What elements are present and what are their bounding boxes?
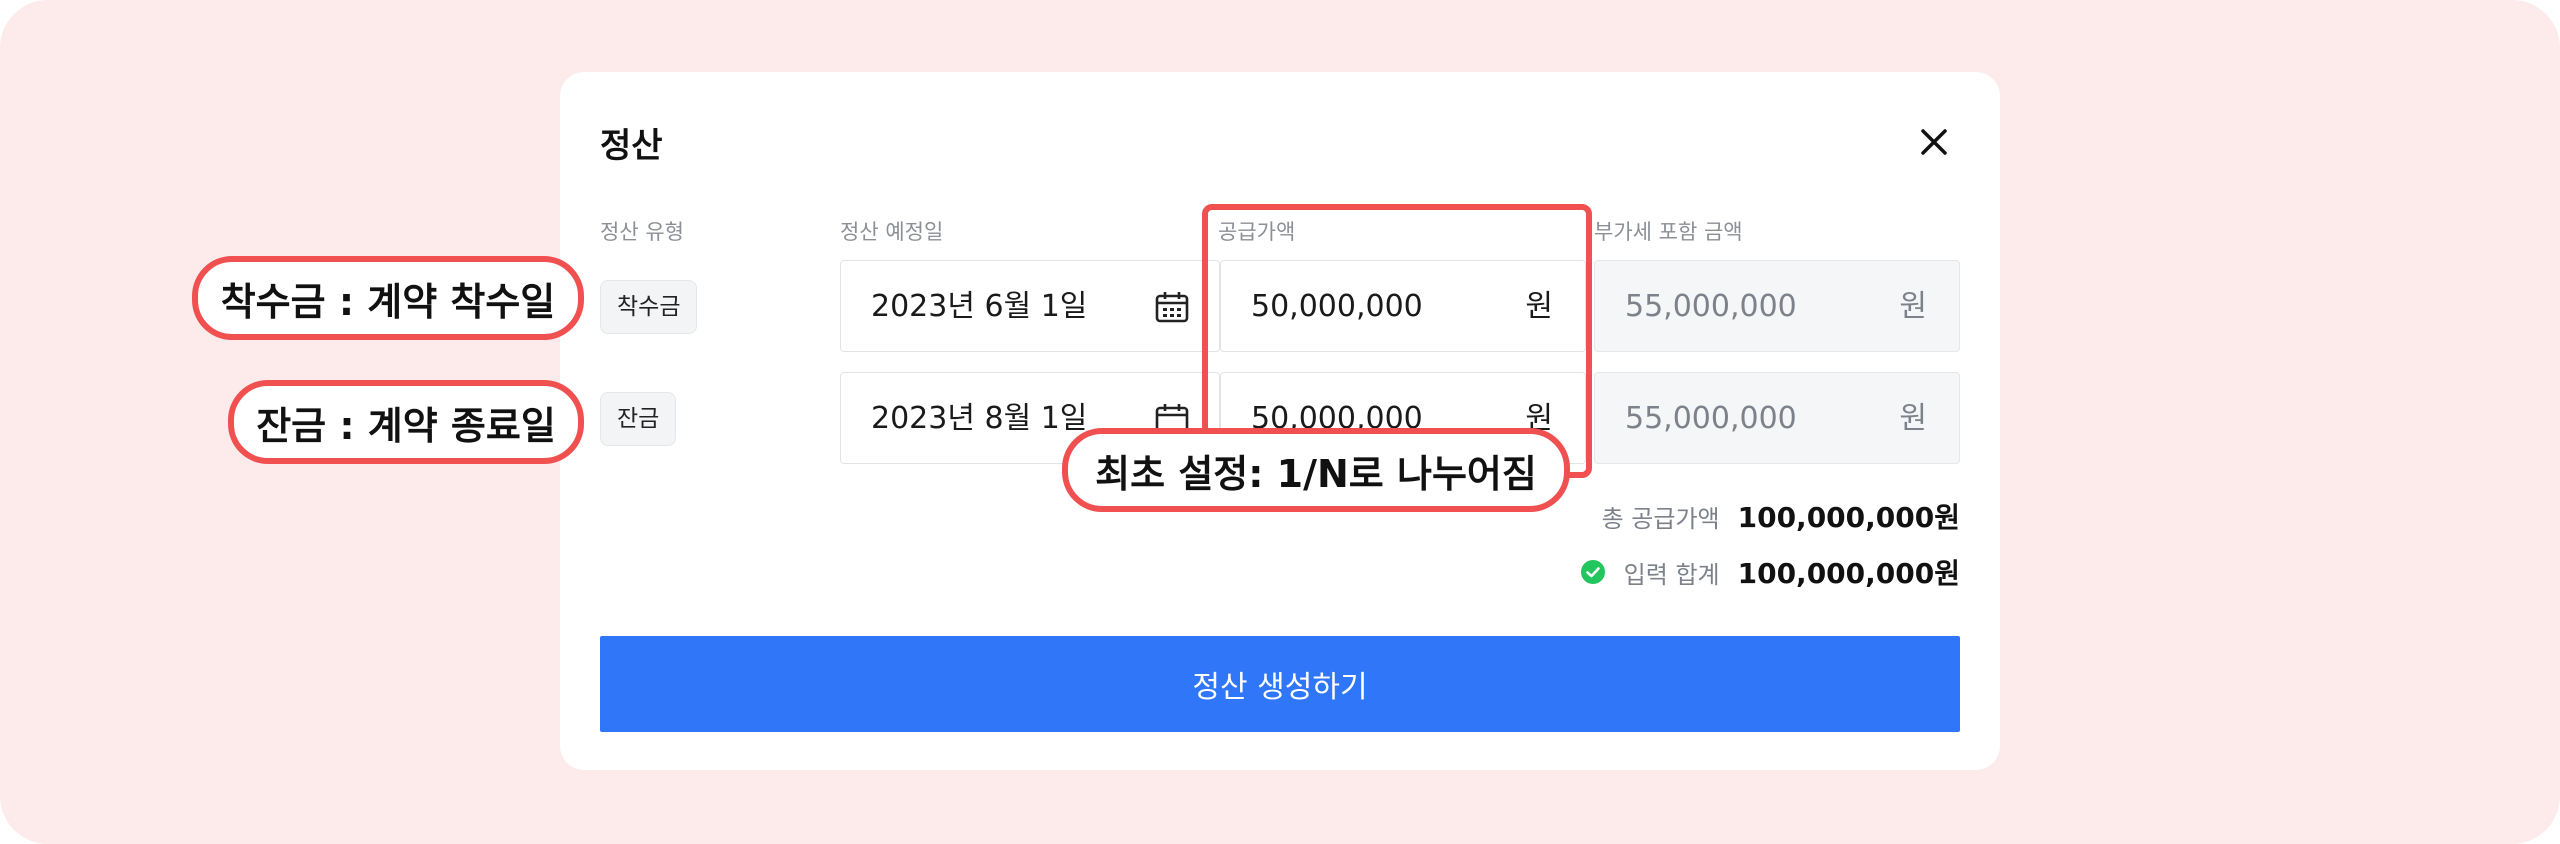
total-supply-value: 100,000,000원 [1737,501,1960,534]
header-vat: 부가세 포함 금액 [1594,220,1743,244]
vat-unit: 원 [1899,401,1927,436]
close-icon [1921,129,1947,155]
vat-amount-value: 55,000,000 [1625,289,1797,324]
calendar-icon[interactable] [1155,291,1189,323]
header-date: 정산 예정일 [840,220,944,244]
close-button[interactable] [1912,120,1956,164]
annotation-row1: 착수금 : 계약 착수일 [192,256,584,340]
check-circle-icon [1580,560,1605,584]
annotation-row2: 잔금 : 계약 종료일 [228,380,584,464]
vat-amount-value: 55,000,000 [1625,401,1797,436]
vat-amount-field: 55,000,000 원 [1594,372,1960,464]
input-total-row: 입력 합계 100,000,000원 [1580,552,1960,592]
type-chip-downpayment: 착수금 [600,280,698,334]
date-field[interactable]: 2023년 6월 1일 [840,260,1220,352]
vat-unit: 원 [1899,289,1927,324]
date-value: 2023년 8월 1일 [871,401,1088,436]
input-total-label: 입력 합계 [1623,560,1720,589]
total-supply-row: 총 공급가액 100,000,000원 [1602,496,1960,536]
annotation-supply-note: 최초 설정: 1/N로 나누어짐 [1062,428,1570,512]
total-supply-label: 총 공급가액 [1601,504,1720,533]
header-type: 정산 유형 [600,220,684,244]
input-total-value: 100,000,000원 [1737,557,1960,590]
create-settlement-button[interactable]: 정산 생성하기 [600,636,1960,732]
date-value: 2023년 6월 1일 [871,289,1088,324]
type-chip-balance: 잔금 [600,392,677,446]
vat-amount-field: 55,000,000 원 [1594,260,1960,352]
modal-title: 정산 [600,126,663,166]
